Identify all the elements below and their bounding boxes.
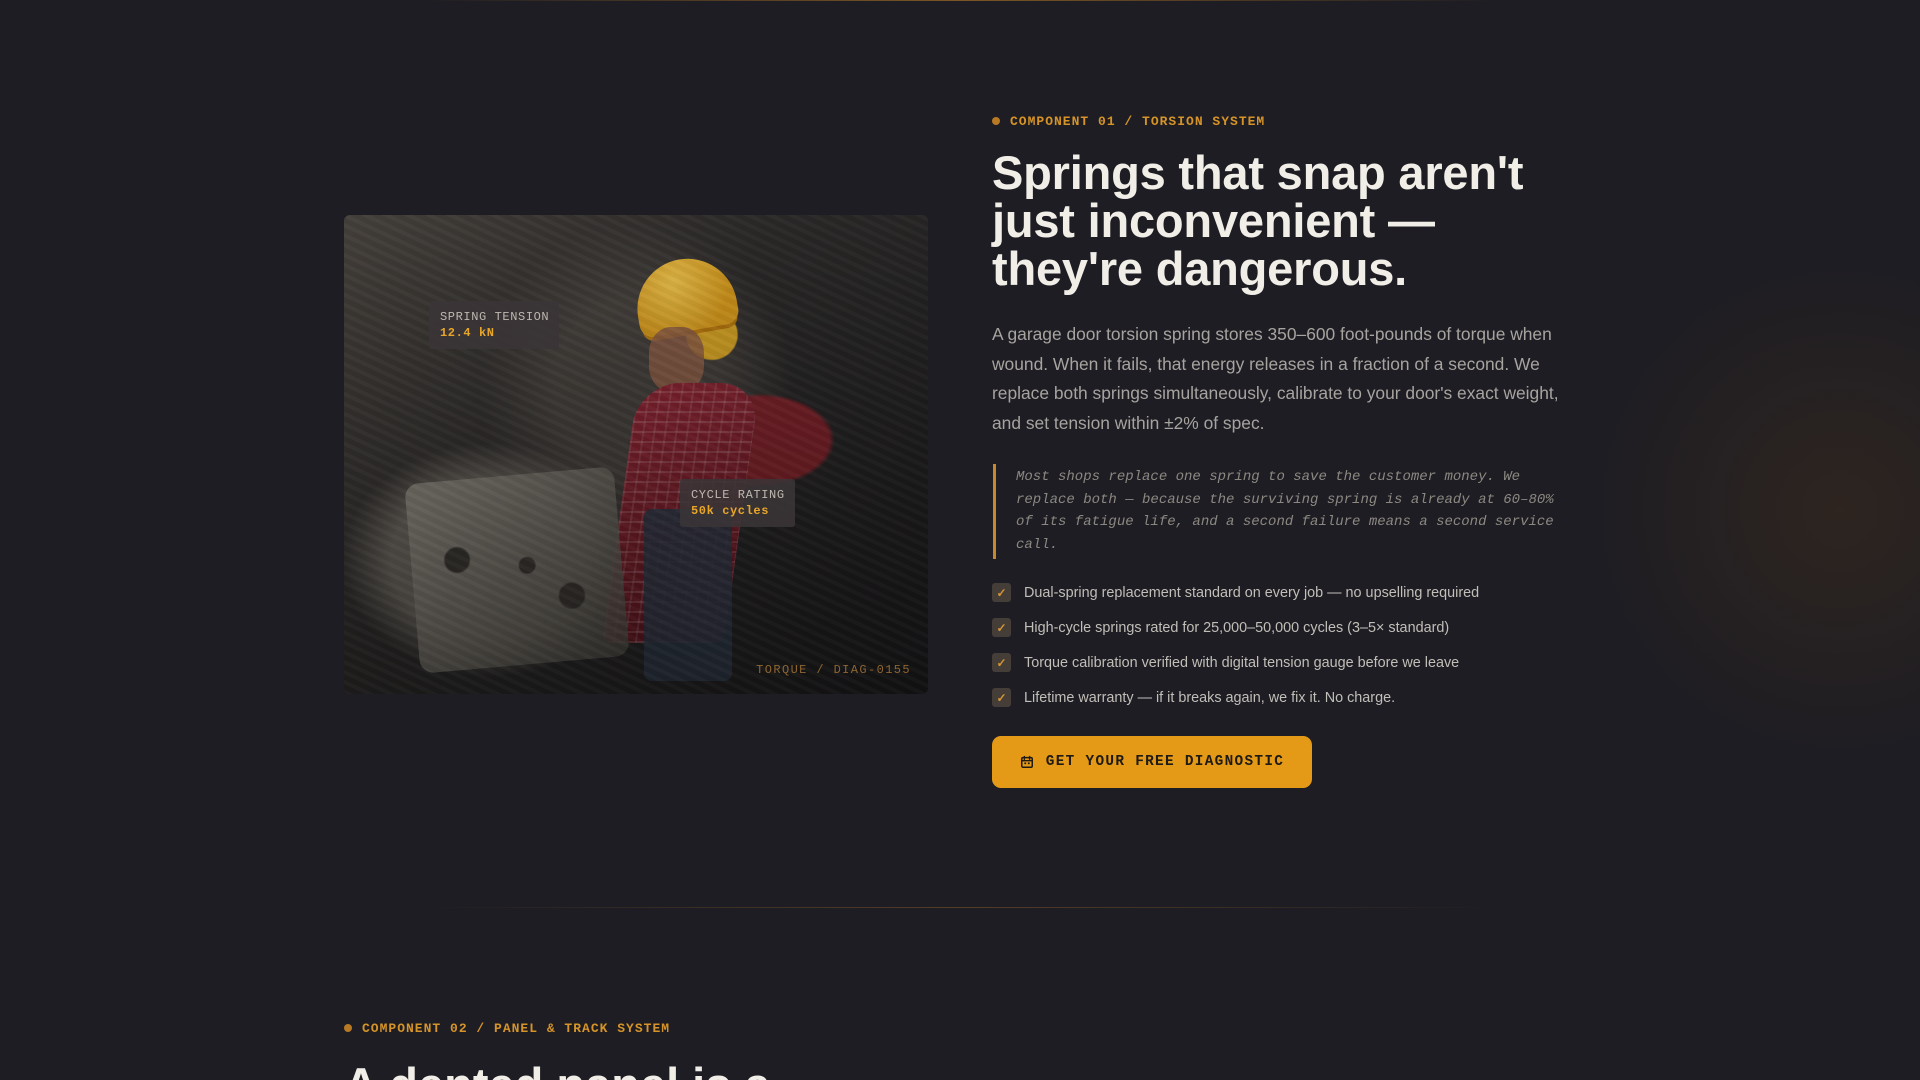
cycle-rating-value: 50k cycles — [691, 504, 770, 518]
component-eyebrow: COMPONENT 01 / TORSION SYSTEM — [992, 113, 1580, 129]
spring-tension-label: SPRING TENSION — [440, 310, 550, 324]
torsion-content: COMPONENT 01 / TORSION SYSTEM Springs th… — [992, 113, 1580, 789]
pull-quote: Most shops replace one spring to save th… — [993, 464, 1580, 560]
checklist-item: ✓ High-cycle springs rated for 25,000–50… — [992, 616, 1580, 639]
cycle-rating-tag: CYCLE RATING 50k cycles — [680, 479, 795, 527]
component-eyebrow: COMPONENT 02 / PANEL & TRACK SYSTEM — [344, 1020, 1094, 1036]
panel-track-section: COMPONENT 02 / PANEL & TRACK SYSTEM A de… — [344, 1020, 1094, 1080]
services-page: SPRING TENSION 12.4 kN CYCLE RATING 50k … — [0, 0, 1920, 1080]
checklist-item: ✓ Torque calibration verified with digit… — [992, 651, 1580, 674]
section-headline: Springs that snap aren't just inconvenie… — [992, 146, 1524, 295]
top-divider — [420, 0, 1500, 1]
section-body: A garage door torsion spring stores 350–… — [992, 324, 1559, 433]
checklist-item-text: Torque calibration verified with digital… — [1024, 654, 1460, 671]
component-eyebrow-text: COMPONENT 02 / PANEL & TRACK SYSTEM — [362, 1020, 671, 1036]
check-icon: ✓ — [992, 653, 1011, 673]
background-glow — [1580, 250, 1920, 770]
cycle-rating-label: CYCLE RATING — [691, 488, 785, 502]
hard-hat-image — [629, 250, 741, 340]
technician-photo: SPRING TENSION 12.4 kN CYCLE RATING 50k … — [344, 215, 928, 694]
free-diagnostic-label: GET YOUR FREE DIAGNOSTIC — [1045, 754, 1285, 771]
eyebrow-dot-icon — [344, 1024, 352, 1032]
check-icon: ✓ — [992, 618, 1011, 638]
photo-caption: TORQUE / DIAG-0155 — [756, 663, 911, 677]
spring-tension-tag: SPRING TENSION 12.4 kN — [429, 301, 560, 349]
free-diagnostic-button[interactable]: GET YOUR FREE DIAGNOSTIC — [992, 736, 1312, 789]
checklist-item: ✓ Lifetime warranty — if it breaks again… — [992, 686, 1580, 709]
checklist-item-text: Lifetime warranty — if it breaks again, … — [1024, 689, 1396, 706]
checklist-item-text: High-cycle springs rated for 25,000–50,0… — [1024, 619, 1450, 636]
checklist-item-text: Dual-spring replacement standard on ever… — [1024, 584, 1480, 601]
component-eyebrow-text: COMPONENT 01 / TORSION SYSTEM — [1010, 113, 1266, 129]
feature-checklist: ✓ Dual-spring replacement standard on ev… — [992, 581, 1580, 709]
spring-tension-value: 12.4 kN — [440, 326, 495, 340]
check-icon: ✓ — [992, 688, 1011, 708]
technician-figure — [601, 250, 761, 694]
eyebrow-dot-icon — [992, 117, 1000, 125]
technician-face-image — [649, 327, 704, 392]
work-apron-image — [644, 509, 732, 681]
calendar-icon — [1020, 756, 1033, 769]
checklist-item: ✓ Dual-spring replacement standard on ev… — [992, 581, 1580, 604]
section-divider — [420, 907, 1500, 908]
engine-block-image — [404, 466, 630, 674]
check-icon: ✓ — [992, 583, 1011, 603]
next-section-headline: A dented panel is a — [344, 1061, 1094, 1080]
